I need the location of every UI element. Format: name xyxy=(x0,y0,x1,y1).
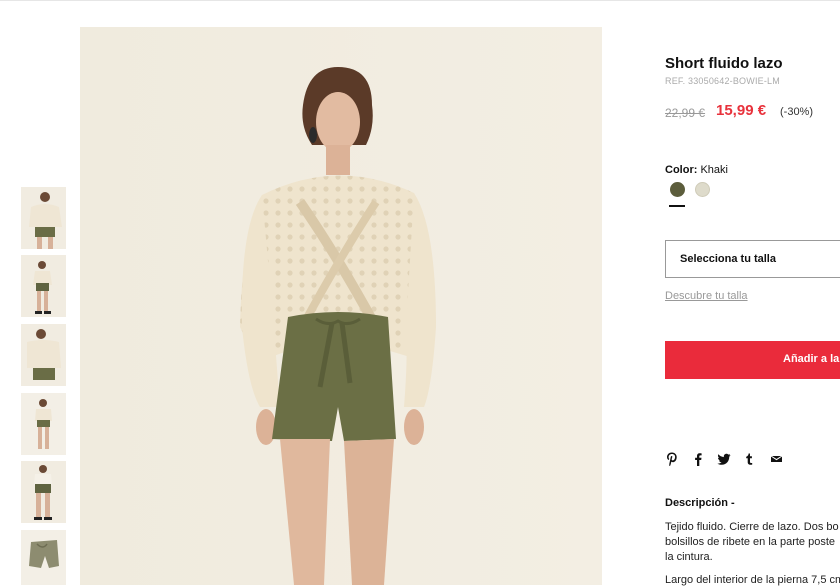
pinterest-icon[interactable] xyxy=(665,451,681,467)
thumbnail-6[interactable] xyxy=(21,530,66,585)
main-product-image[interactable] xyxy=(80,27,602,585)
top-border xyxy=(0,0,840,1)
thumbnail-5[interactable] xyxy=(21,461,66,523)
discount-badge: (-30%) xyxy=(780,106,814,118)
add-to-cart-button[interactable]: Añadir a la xyxy=(665,341,840,379)
size-guide-link[interactable]: Descubre tu talla xyxy=(665,290,748,302)
selected-color-name: Khaki xyxy=(700,164,728,176)
tumblr-icon[interactable] xyxy=(744,451,760,467)
color-swatch-ecru[interactable] xyxy=(695,182,710,197)
description-line: la cintura. xyxy=(665,551,713,563)
add-to-cart-label: Añadir a la xyxy=(783,353,840,365)
twitter-icon[interactable] xyxy=(716,451,732,467)
description-title[interactable]: Descripción - xyxy=(665,497,735,509)
product-reference: REF. 33050642-BOWIE-LM xyxy=(665,76,780,86)
email-icon[interactable] xyxy=(770,451,786,467)
description-line: Largo del interior de la pierna 7,5 cm xyxy=(665,574,840,586)
size-select[interactable]: Selecciona tu talla xyxy=(665,240,840,278)
description-line: bolsillos de ribete en la parte poste xyxy=(665,536,835,548)
description-line: Tejido fluido. Cierre de lazo. Dos bo xyxy=(665,521,839,533)
original-price: 22,99 € xyxy=(665,106,706,120)
size-select-label: Selecciona tu talla xyxy=(680,253,776,265)
selected-swatch-indicator xyxy=(669,205,685,207)
sale-price: 15,99 € xyxy=(716,102,767,119)
thumbnail-3[interactable] xyxy=(21,324,66,386)
facebook-icon[interactable] xyxy=(693,451,709,467)
thumbnail-4[interactable] xyxy=(21,393,66,455)
description-body: Tejido fluido. Cierre de lazo. Dos bo bo… xyxy=(665,520,840,588)
color-label: Color: Khaki xyxy=(665,164,728,176)
thumbnail-2[interactable] xyxy=(21,255,66,317)
color-label-title: Color: xyxy=(665,164,698,176)
product-title: Short fluido lazo xyxy=(665,55,783,72)
thumbnail-1[interactable] xyxy=(21,187,66,249)
color-swatch-khaki[interactable] xyxy=(670,182,685,197)
